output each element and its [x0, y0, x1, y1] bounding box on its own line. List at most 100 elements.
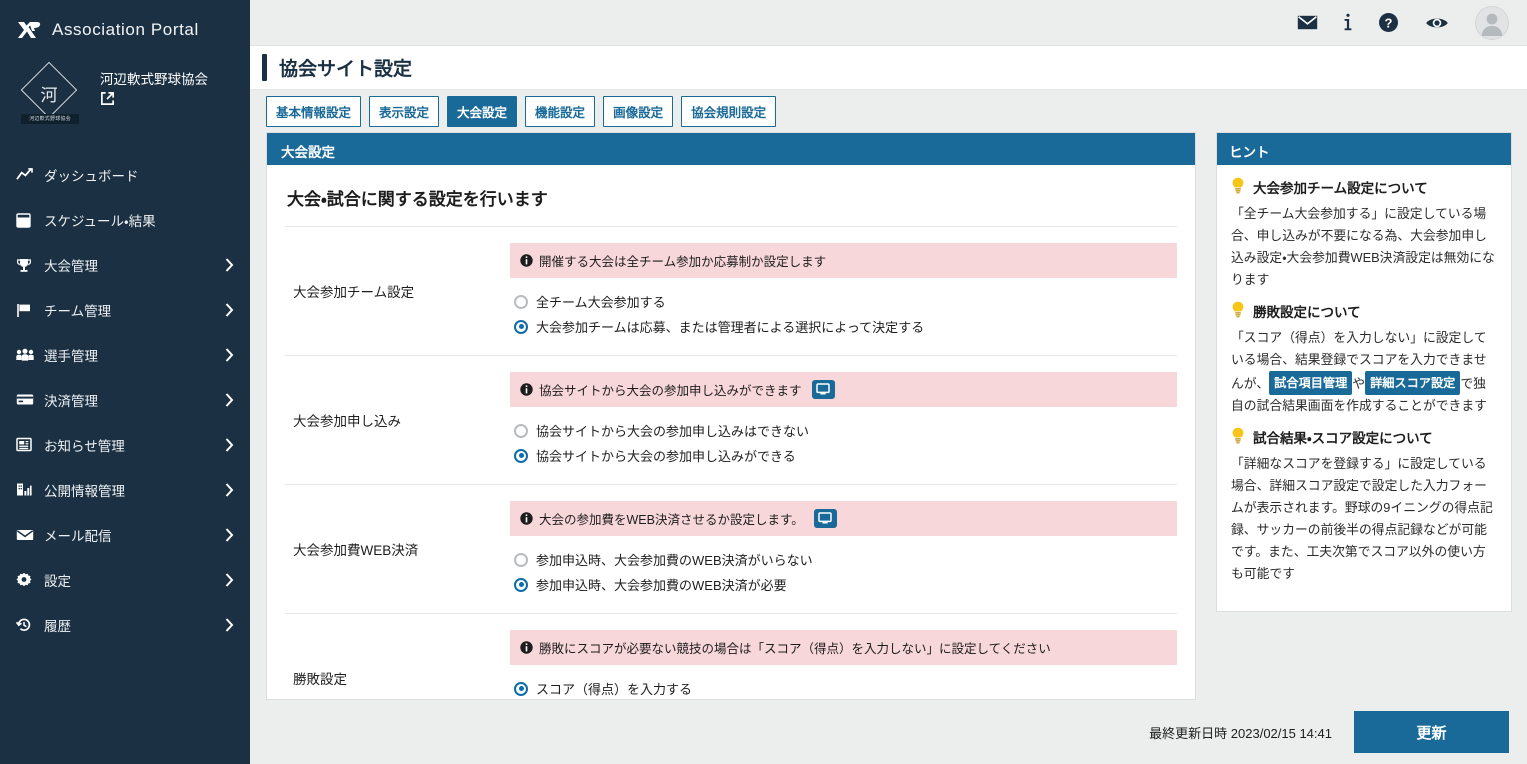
tab-display-settings[interactable]: 表示設定	[369, 96, 439, 127]
info-circle-icon	[520, 254, 533, 267]
sidebar-item-label: お知らせ管理	[38, 435, 222, 455]
info-icon[interactable]	[1344, 13, 1352, 32]
hints-panel-header: ヒント	[1217, 133, 1511, 165]
sidebar-item-schedule-results[interactable]: スケジュール・結果	[0, 197, 250, 242]
main-area: ? 協会サイト設定 基本情報設定 表示設定 大会設定 機能設定 画像設定 協会規…	[250, 0, 1527, 764]
radio-indicator[interactable]	[514, 682, 528, 696]
radio-option[interactable]: 参加申込時、大会参加費のWEB決済がいらない	[510, 547, 1177, 572]
chevron-right-icon	[222, 348, 236, 362]
last-updated-label: 最終更新日時	[1149, 726, 1227, 741]
settings-heading: 大会・試合に関する設定を行います	[285, 165, 1177, 227]
hint-tag-detailed-score-settings[interactable]: 詳細スコア設定	[1365, 371, 1460, 395]
people-icon	[16, 346, 38, 364]
hint-title-text: 勝敗設定について	[1253, 301, 1361, 321]
monitor-icon[interactable]	[812, 380, 835, 399]
sidebar-item-label: スケジュール・結果	[38, 210, 236, 230]
setting-row: 大会参加チーム設定 開催する大会は全チーム参加か応募制か設定します	[285, 227, 1177, 356]
lightbulb-icon	[1231, 301, 1245, 321]
brand[interactable]: Association Portal	[0, 0, 250, 56]
radio-group: 協会サイトから大会の参加申し込みはできない 協会サイトから大会の参加申し込みがで…	[510, 407, 1177, 468]
monitor-icon[interactable]	[814, 509, 837, 528]
info-circle-icon	[520, 383, 533, 396]
envelope-icon	[16, 526, 38, 544]
notice-text: 勝敗にスコアが必要ない競技の場合は「スコア（得点）を入力しない」に設定してくださ…	[539, 638, 1051, 657]
notice-banner: 協会サイトから大会の参加申し込みができます	[510, 372, 1177, 407]
sidebar-item-tournament-management[interactable]: 大会管理	[0, 242, 250, 287]
chevron-right-icon	[222, 303, 236, 317]
setting-row: 大会参加申し込み 協会サイトから大会の参加申し込みができます	[285, 356, 1177, 485]
setting-row-label: 勝敗設定	[285, 630, 510, 699]
tab-feature-settings[interactable]: 機能設定	[525, 96, 595, 127]
hint-title: 試合結果・スコア設定について	[1231, 427, 1497, 447]
tab-image-settings[interactable]: 画像設定	[603, 96, 673, 127]
chevron-right-icon	[222, 393, 236, 407]
sidebar-item-announcement-management[interactable]: お知らせ管理	[0, 422, 250, 467]
sidebar-item-payment-management[interactable]: 決済管理	[0, 377, 250, 422]
sidebar-item-team-management[interactable]: チーム管理	[0, 287, 250, 332]
topbar: ?	[250, 0, 1527, 46]
sidebar-item-player-management[interactable]: 選手管理	[0, 332, 250, 377]
sidebar-item-label: メール配信	[38, 525, 222, 545]
tab-tournament-settings[interactable]: 大会設定	[447, 96, 517, 127]
eye-icon[interactable]	[1425, 15, 1449, 31]
radio-indicator[interactable]	[514, 553, 528, 567]
brand-logo-icon	[16, 19, 42, 41]
sidebar-item-dashboard[interactable]: ダッシュボード	[0, 152, 250, 197]
radio-option[interactable]: 協会サイトから大会の参加申し込みができる	[510, 443, 1177, 468]
tab-basic-info[interactable]: 基本情報設定	[266, 96, 361, 127]
footer-bar: 最終更新日時 2023/02/15 14:41 更新	[250, 700, 1527, 764]
gear-icon	[16, 571, 38, 589]
setting-row-field: 開催する大会は全チーム参加か応募制か設定します 全チーム大会参加する 大会参加チ…	[510, 243, 1177, 339]
hints-panel: ヒント 大会参加チーム設定について 「全チーム大会参加する」に設定している場合、…	[1216, 132, 1512, 612]
radio-label: 全チーム大会参加する	[536, 292, 666, 311]
radio-option[interactable]: スコア（得点）を入力する	[510, 676, 1177, 699]
chevron-right-icon	[222, 438, 236, 452]
radio-indicator[interactable]	[514, 295, 528, 309]
setting-row-field: 勝敗にスコアが必要ない競技の場合は「スコア（得点）を入力しない」に設定してくださ…	[510, 630, 1177, 699]
tab-bar: 基本情報設定 表示設定 大会設定 機能設定 画像設定 協会規則設定	[250, 90, 1527, 132]
sidebar-item-settings[interactable]: 設定	[0, 557, 250, 602]
organization-block[interactable]: 河 河辺軟式野球協会 河辺軟式野球協会	[0, 56, 250, 144]
setting-row: 勝敗設定 勝敗にスコアが必要ない競技の場合は「スコア（得点）を入力しない」に設定…	[285, 614, 1177, 699]
notice-text: 開催する大会は全チーム参加か応募制か設定します	[539, 251, 826, 270]
radio-option[interactable]: 大会参加チームは応募、または管理者による選択によって決定する	[510, 314, 1177, 339]
sidebar-item-mail-delivery[interactable]: メール配信	[0, 512, 250, 557]
sidebar: Association Portal 河 河辺軟式野球協会 河辺軟式野球協会	[0, 0, 250, 764]
notice-banner: 開催する大会は全チーム参加か応募制か設定します	[510, 243, 1177, 278]
setting-row-field: 協会サイトから大会の参加申し込みができます 協会サイトから大会の参加申し込みはで…	[510, 372, 1177, 468]
radio-indicator[interactable]	[514, 578, 528, 592]
notice-banner: 勝敗にスコアが必要ない競技の場合は「スコア（得点）を入力しない」に設定してくださ…	[510, 630, 1177, 665]
radio-option[interactable]: 協会サイトから大会の参加申し込みはできない	[510, 418, 1177, 443]
notice-banner: 大会の参加費をWEB決済させるか設定します。	[510, 501, 1177, 536]
sidebar-item-public-info-management[interactable]: 公開情報管理	[0, 467, 250, 512]
chevron-right-icon	[222, 483, 236, 497]
tab-association-rules[interactable]: 協会規則設定	[681, 96, 776, 127]
mail-icon[interactable]	[1297, 15, 1318, 30]
radio-label: 大会参加チームは応募、または管理者による選択によって決定する	[536, 317, 924, 336]
info-circle-icon	[520, 641, 533, 654]
update-button[interactable]: 更新	[1354, 711, 1509, 753]
sidebar-item-label: チーム管理	[38, 300, 222, 320]
hint-tag-match-item-management[interactable]: 試合項目管理	[1269, 371, 1352, 395]
radio-option[interactable]: 参加申込時、大会参加費のWEB決済が必要	[510, 572, 1177, 597]
help-icon[interactable]: ?	[1378, 12, 1399, 33]
svg-text:?: ?	[1385, 15, 1393, 30]
notice-text: 協会サイトから大会の参加申し込みができます	[539, 380, 802, 399]
external-link-icon[interactable]	[100, 91, 115, 111]
radio-indicator[interactable]	[514, 449, 528, 463]
radio-indicator[interactable]	[514, 424, 528, 438]
settings-panel-body: 大会・試合に関する設定を行います 大会参加チーム設定 開催する大会は全チーム参加…	[267, 165, 1195, 699]
lightbulb-icon	[1231, 177, 1245, 197]
sidebar-item-history[interactable]: 履歴	[0, 602, 250, 647]
avatar[interactable]	[1475, 6, 1509, 40]
sidebar-item-label: ダッシュボード	[38, 165, 236, 185]
trophy-icon	[16, 256, 38, 274]
settings-panel-header: 大会設定	[267, 133, 1195, 165]
last-updated: 最終更新日時 2023/02/15 14:41	[1149, 723, 1332, 742]
setting-row-label: 大会参加チーム設定	[285, 243, 510, 339]
radio-indicator[interactable]	[514, 320, 528, 334]
radio-option[interactable]: 全チーム大会参加する	[510, 289, 1177, 314]
content-columns: 大会設定 大会・試合に関する設定を行います 大会参加チーム設定 開催する大会は全…	[250, 132, 1527, 700]
hint-title-text: 大会参加チーム設定について	[1253, 177, 1428, 197]
chevron-right-icon	[222, 618, 236, 632]
